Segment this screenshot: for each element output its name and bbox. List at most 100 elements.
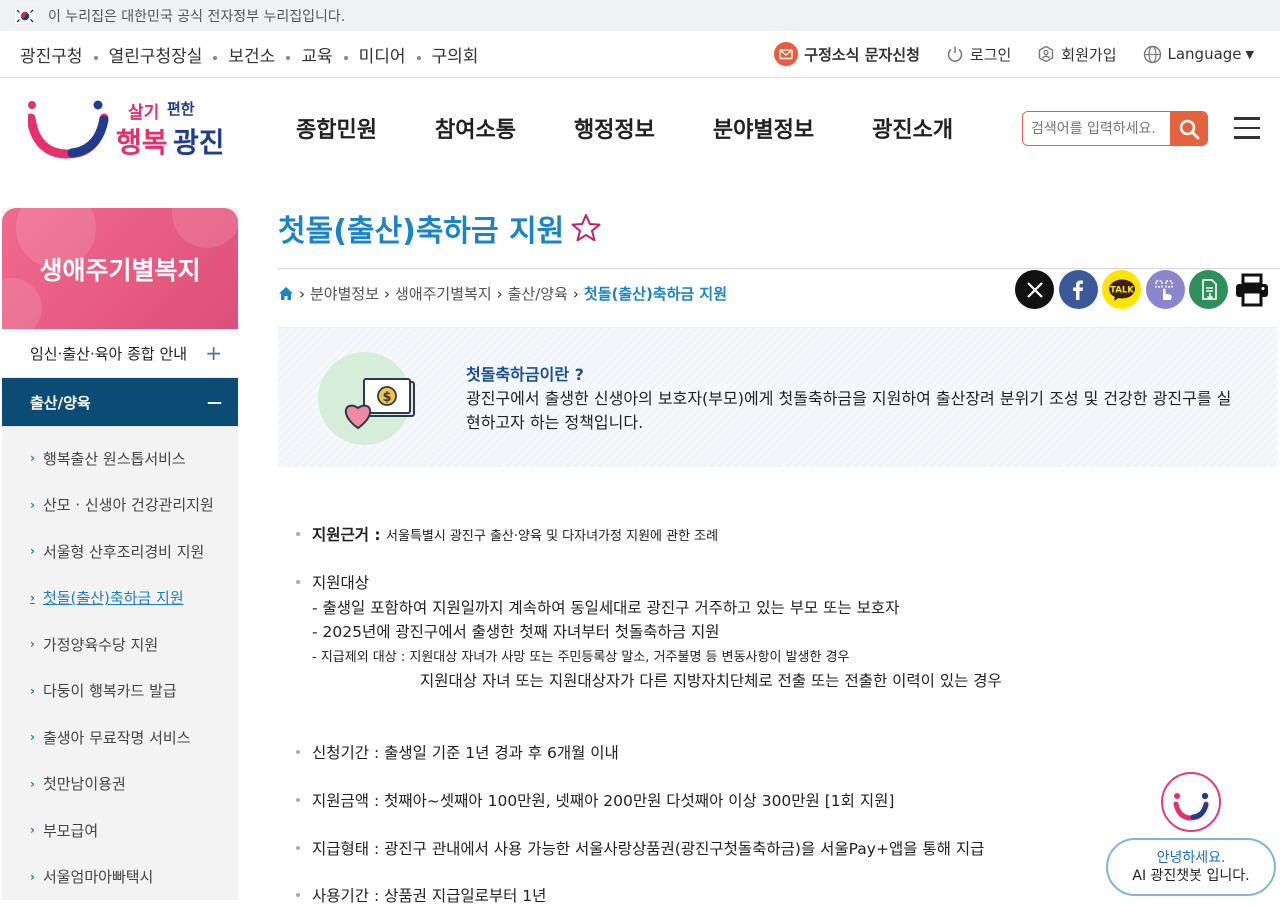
star-bookmark-icon[interactable] [570,212,602,244]
sidebar-item[interactable]: › 서울형 산후조리경비 지원 [2,528,238,575]
chatbot-bubble[interactable]: 안녕하세요. AI 광진챗봇 입니다. [1106,838,1276,896]
svg-text:TALK: TALK [1110,285,1134,295]
sidebar-item-current[interactable]: › 첫돌(출산)축하금 지원 [2,575,238,622]
target-line-3: - 지급제외 대상 : 지원대상 자녀가 사망 또는 주민등록상 말소, 거주불… [312,650,850,665]
divider [93,56,98,60]
facebook-share-icon[interactable] [1058,270,1098,309]
sidebar-item[interactable]: › 첫만남이용권 [2,761,238,808]
chatbot-face-icon [1173,792,1209,821]
main-nav: 종합민원 참여소통 행정정보 분야별정보 광진소개 [296,112,1011,144]
sidebar-item-label: 부모급여 [42,821,99,840]
sidebar-item[interactable]: › 행복출산 원스톱서비스 [2,435,238,482]
search-box [1022,111,1208,146]
sidebar-item-label: 서울엄마아빠택시 [42,868,154,887]
chatbot-button[interactable] [1161,772,1221,832]
sidebar-section-pregnancy[interactable]: 임신·출산·육아 종합 안내 + [2,329,238,378]
sidebar-item-label: 다둥이 행복카드 발급 [42,682,177,701]
sidebar-item[interactable]: › 출생아 무료작명 서비스 [2,714,238,761]
target-line-2: - 2025년에 광진구에서 출생한 첫째 자녀부터 첫돌축하금 지원 [312,623,720,641]
intro-description: 광진구에서 출생한 신생아의 보호자(부모)에게 첫돌축하금을 지원하여 출산장… [466,389,1232,432]
nav-administration[interactable]: 행정정보 [574,112,655,144]
search-icon [1179,119,1199,139]
target-label: 지원대상 [312,574,370,592]
chevron-down-icon: ▼ [1245,47,1254,61]
sidebar-section-birth[interactable]: 출산/양육 — [2,378,238,427]
bullet-icon [296,846,300,850]
korea-flag-icon [14,6,36,25]
svg-text:살기: 살기 [128,103,159,123]
list-item: 지급형태 : 광진구 관내에서 사용 가능한 서울사랑상품권(광진구첫돌축하금)… [296,837,984,859]
intro-box: $ 첫돌축하금이란 ? 광진구에서 출생한 신생아의 보호자(부모)에게 첫돌축… [278,327,1278,467]
document-download-icon[interactable] [1189,270,1228,309]
x-share-icon[interactable] [1015,270,1054,309]
print-icon[interactable] [1232,270,1272,309]
svg-text:$: $ [382,390,391,405]
language-select[interactable]: Language ▼ [1143,45,1254,64]
breadcrumb-item[interactable]: 분야별정보 [310,283,379,304]
chevron-right-icon: › [384,284,391,303]
join-link[interactable]: 회원가입 [1037,44,1117,65]
divider [416,56,421,60]
list-item: 사용기간 : 상품권 지급일로부터 1년 [296,884,546,906]
sidebar-item[interactable]: › 부모급여 [2,807,238,854]
sidebar-item-label: 첫만남이용권 [42,775,126,794]
sidebar-item[interactable]: › 가정양육수당 지원 [2,621,238,668]
qr-touch-icon[interactable] [1145,270,1185,309]
sms-subscribe-link[interactable]: 구정소식 문자신청 [774,42,920,66]
nav-about[interactable]: 광진소개 [872,112,953,144]
site-link-media[interactable]: 미디어 [359,42,406,67]
site-link-council[interactable]: 구의회 [432,42,479,67]
intro-question: 첫돌축하금이란 ? [466,365,584,384]
chevron-right-icon: › [30,451,35,466]
sidebar-title-box: 생애주기별복지 [2,208,238,329]
login-link[interactable]: 로그인 [946,44,1011,65]
kakaotalk-share-icon[interactable]: TALK [1102,270,1141,309]
nav-civil-service[interactable]: 종합민원 [296,112,377,144]
site-link-gwangjin[interactable]: 광진구청 [20,42,83,67]
chevron-right-icon: › [30,869,35,884]
divider [213,56,218,60]
nav-field-info[interactable]: 분야별정보 [713,112,814,144]
gov-banner: 이 누리집은 대한민국 공식 전자정부 누리집입니다. [0,0,1280,31]
site-link-mayor[interactable]: 열린구청장실 [109,42,203,67]
gwangjin-logo-icon: 살기 편한 행복 광진 [26,100,225,159]
sidebar-section-label: 출산/양육 [30,393,91,412]
period-text: 신청기간 : 출생일 기준 1년 경과 후 6개월 이내 [312,744,619,762]
home-icon[interactable] [278,286,294,301]
chatbot-greeting: 안녕하세요. [1156,850,1226,866]
sidebar-item[interactable]: › 다둥이 행복카드 발급 [2,668,238,715]
site-link-health-center[interactable]: 보건소 [228,42,275,67]
search-button[interactable] [1170,112,1207,145]
breadcrumb-current: 첫돌(출산)축하금 지원 [583,285,728,303]
usage-text: 사용기간 : 상품권 지급일로부터 1년 [312,887,547,905]
money-heart-icon: $ [345,378,415,430]
svg-text:행복: 행복 [116,126,168,159]
site-link-education[interactable]: 교육 [301,42,332,67]
utility-bar: 광진구청 열린구청장실 보건소 교육 미디어 구의회 구정소식 문자신청 로그인… [0,31,1280,78]
sidebar: 생애주기별복지 임신·출산·육아 종합 안내 + 출산/양육 — › 행복출산 원… [2,208,238,900]
gov-banner-text: 이 누리집은 대한민국 공식 전자정부 누리집입니다. [48,8,346,25]
basis-text: 서울특별시 광진구 출산·양육 및 다자녀가정 지원에 관한 조례 [386,529,719,544]
breadcrumb-item[interactable]: 출산/양육 [508,283,568,304]
chevron-right-icon: › [30,776,35,791]
nav-participation[interactable]: 참여소통 [435,112,516,144]
chevron-right-icon: › [496,284,503,303]
site-header: 살기 편한 행복 광진 종합민원 참여소통 행정정보 분야별정보 광진소개 [0,78,1280,178]
sidebar-item-label: 산모 · 신생아 건강관리지원 [42,496,214,515]
divider [278,268,1280,269]
sidebar-item[interactable]: › 서울엄마아빠택시 [2,854,238,901]
list-item: 지원근거 : 서울특별시 광진구 출산·양육 및 다자녀가정 지원에 관한 조례 [296,523,718,545]
form-text: 지급형태 : 광진구 관내에서 사용 가능한 서울사랑상품권(광진구첫돌축하금)… [312,840,985,858]
breadcrumb-item[interactable]: 생애주기별복지 [395,283,492,304]
language-label: Language [1167,45,1242,63]
sidebar-item[interactable]: › 산모 · 신생아 건강관리지원 [2,482,238,529]
all-menu-button[interactable] [1234,117,1260,139]
site-logo[interactable]: 살기 편한 행복 광진 [26,98,228,160]
search-input[interactable] [1023,112,1170,145]
page-title: 첫돌(출산)축하금 지원 [278,214,565,249]
user-menu: 구정소식 문자신청 로그인 회원가입 Language ▼ [748,31,1254,77]
sidebar-item-label: 서울형 산후조리경비 지원 [42,542,205,561]
bullet-icon [296,580,300,584]
sidebar-item-label: 첫돌(출산)축하금 지원 [42,589,184,608]
sidebar-section-label: 임신·출산·육아 종합 안내 [30,344,188,363]
